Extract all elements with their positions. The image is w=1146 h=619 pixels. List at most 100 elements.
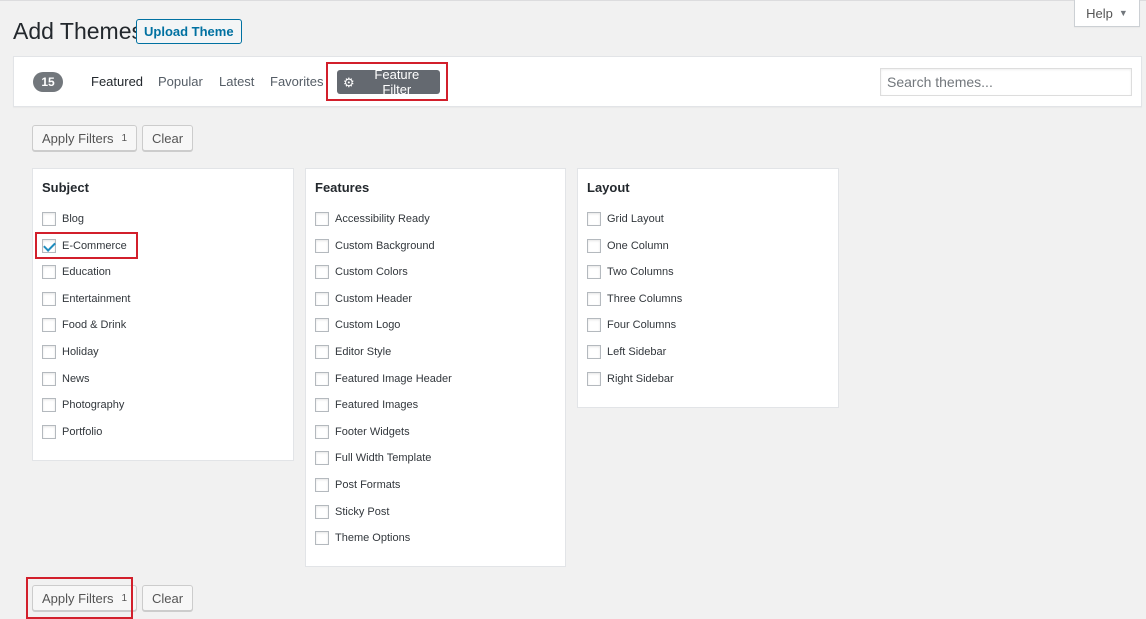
filter-option-portfolio[interactable]: Portfolio	[42, 424, 102, 440]
subject-heading: Subject	[42, 180, 89, 195]
filter-option-one-column[interactable]: One Column	[587, 238, 669, 254]
help-label: Help	[1086, 5, 1113, 21]
checkbox[interactable]	[42, 318, 56, 333]
filter-option-theme-options[interactable]: Theme Options	[315, 530, 410, 546]
layout-filter-group: Layout Grid Layout One Column Two Columns T…	[577, 168, 839, 408]
filter-option-blog[interactable]: Blog	[42, 211, 84, 227]
filter-option-custom-logo[interactable]: Custom Logo	[315, 317, 400, 333]
filter-option-post-formats[interactable]: Post Formats	[315, 477, 400, 493]
checkbox[interactable]	[587, 265, 601, 280]
checkbox[interactable]	[42, 238, 56, 253]
feature-filter-label: Feature Filter	[374, 67, 420, 97]
filter-option-label: Left Sidebar	[607, 346, 667, 358]
clear-button-bottom[interactable]: Clear	[142, 585, 194, 611]
filter-option-label: Custom Header	[335, 292, 413, 305]
checkbox[interactable]	[315, 238, 329, 253]
filter-option-news[interactable]: News	[42, 371, 90, 387]
filter-option-label: Grid Layout	[607, 213, 664, 225]
upload-theme-button[interactable]: Upload Theme	[136, 19, 242, 44]
filter-option-sticky-post[interactable]: Sticky Post	[315, 504, 389, 520]
checkbox[interactable]	[42, 291, 56, 306]
features-heading: Features	[315, 180, 370, 195]
top-border	[0, 0, 1146, 1]
filter-option-editor-style[interactable]: Editor Style	[315, 344, 391, 360]
checkbox[interactable]	[42, 345, 56, 359]
theme-count-badge: 15	[33, 72, 63, 92]
filter-option-custom-background[interactable]: Custom Background	[315, 238, 435, 254]
checkbox[interactable]	[315, 504, 329, 519]
apply-filters-button-top[interactable]: Apply Filters 1	[32, 125, 138, 151]
clear-button-top[interactable]: Clear	[142, 125, 194, 151]
filter-option-label: Sticky Post	[335, 505, 390, 518]
filter-option-photography[interactable]: Photography	[42, 397, 124, 413]
filter-option-food-and-drink[interactable]: Food & Drink	[42, 317, 126, 333]
checkbox[interactable]	[315, 371, 329, 386]
filter-option-label: Editor Style	[335, 346, 392, 358]
filter-option-label: Four Columns	[607, 319, 677, 332]
filter-option-right-sidebar[interactable]: Right Sidebar	[587, 371, 674, 387]
help-tab-button[interactable]: Help ▼	[1074, 0, 1140, 27]
filter-count: 1	[121, 132, 128, 144]
filter-option-education[interactable]: Education	[42, 264, 111, 280]
checkbox[interactable]	[42, 398, 56, 413]
gear-icon: ⚙	[343, 74, 355, 90]
feature-filter-button[interactable]: ⚙ Feature Filter	[337, 67, 440, 97]
checkbox[interactable]	[315, 291, 329, 306]
filter-option-label: Food & Drink	[62, 319, 127, 332]
filter-option-label: Photography	[62, 399, 125, 412]
checkbox[interactable]	[315, 398, 329, 413]
checkbox[interactable]	[315, 424, 329, 439]
checkbox[interactable]	[315, 478, 329, 492]
filter-option-featured-images[interactable]: Featured Images	[315, 397, 418, 413]
checkbox[interactable]	[315, 531, 329, 546]
filter-option-four-columns[interactable]: Four Columns	[587, 317, 676, 333]
checkbox[interactable]	[42, 371, 56, 386]
checkbox[interactable]	[587, 345, 601, 359]
checkbox[interactable]	[315, 318, 329, 333]
filter-option-label: Featured Images	[335, 399, 419, 412]
checkbox[interactable]	[315, 212, 329, 226]
checkbox[interactable]	[42, 265, 56, 280]
checkbox[interactable]	[587, 291, 601, 306]
filter-option-label: Holiday	[62, 346, 99, 358]
checkbox[interactable]	[587, 238, 601, 253]
filter-option-accessibility-ready[interactable]: Accessibility Ready	[315, 211, 430, 227]
filter-option-footer-widgets[interactable]: Footer Widgets	[315, 424, 410, 440]
filter-option-label: Accessibility Ready	[335, 213, 430, 225]
filter-option-label: Featured Image Header	[335, 372, 452, 385]
filter-option-label: Three Columns	[607, 292, 683, 305]
filter-option-full-width-template[interactable]: Full Width Template	[315, 450, 431, 466]
filter-option-left-sidebar[interactable]: Left Sidebar	[587, 344, 666, 360]
apply-filters-button-bottom[interactable]: Apply Filters 1	[32, 585, 138, 611]
checkbox[interactable]	[315, 345, 329, 359]
checkbox[interactable]	[315, 265, 329, 280]
filter-count: 1	[121, 592, 128, 604]
checkbox[interactable]	[42, 424, 56, 439]
filter-option-entertainment[interactable]: Entertainment	[42, 291, 130, 307]
tab-favorites[interactable]: Favorites	[270, 74, 323, 89]
checkbox[interactable]	[315, 451, 329, 466]
filter-option-label: Full Width Template	[335, 452, 432, 465]
filter-option-grid-layout[interactable]: Grid Layout	[587, 211, 664, 227]
filter-option-three-columns[interactable]: Three Columns	[587, 291, 682, 307]
filter-option-two-columns[interactable]: Two Columns	[587, 264, 674, 280]
filter-option-label: E-Commerce	[62, 239, 127, 252]
checkbox[interactable]	[587, 212, 601, 226]
tab-featured[interactable]: Featured	[91, 74, 143, 89]
filter-option-label: Theme Options	[335, 532, 411, 545]
filter-option-custom-header[interactable]: Custom Header	[315, 291, 412, 307]
filter-option-featured-image-header[interactable]: Featured Image Header	[315, 371, 452, 387]
filter-option-custom-colors[interactable]: Custom Colors	[315, 264, 408, 280]
checkbox[interactable]	[587, 318, 601, 333]
filter-option-label: Entertainment	[62, 292, 131, 305]
tab-popular[interactable]: Popular	[158, 74, 203, 89]
checkbox[interactable]	[42, 212, 56, 226]
filter-option-holiday[interactable]: Holiday	[42, 344, 99, 360]
page-title: Add Themes	[13, 18, 143, 44]
filter-option-e-commerce[interactable]: E-Commerce	[42, 238, 127, 254]
filter-option-label: Education	[62, 266, 111, 279]
search-themes-input[interactable]	[880, 68, 1132, 96]
tab-latest[interactable]: Latest	[219, 74, 254, 89]
apply-filters-label: Apply Filters	[42, 590, 114, 606]
checkbox[interactable]	[587, 371, 601, 386]
